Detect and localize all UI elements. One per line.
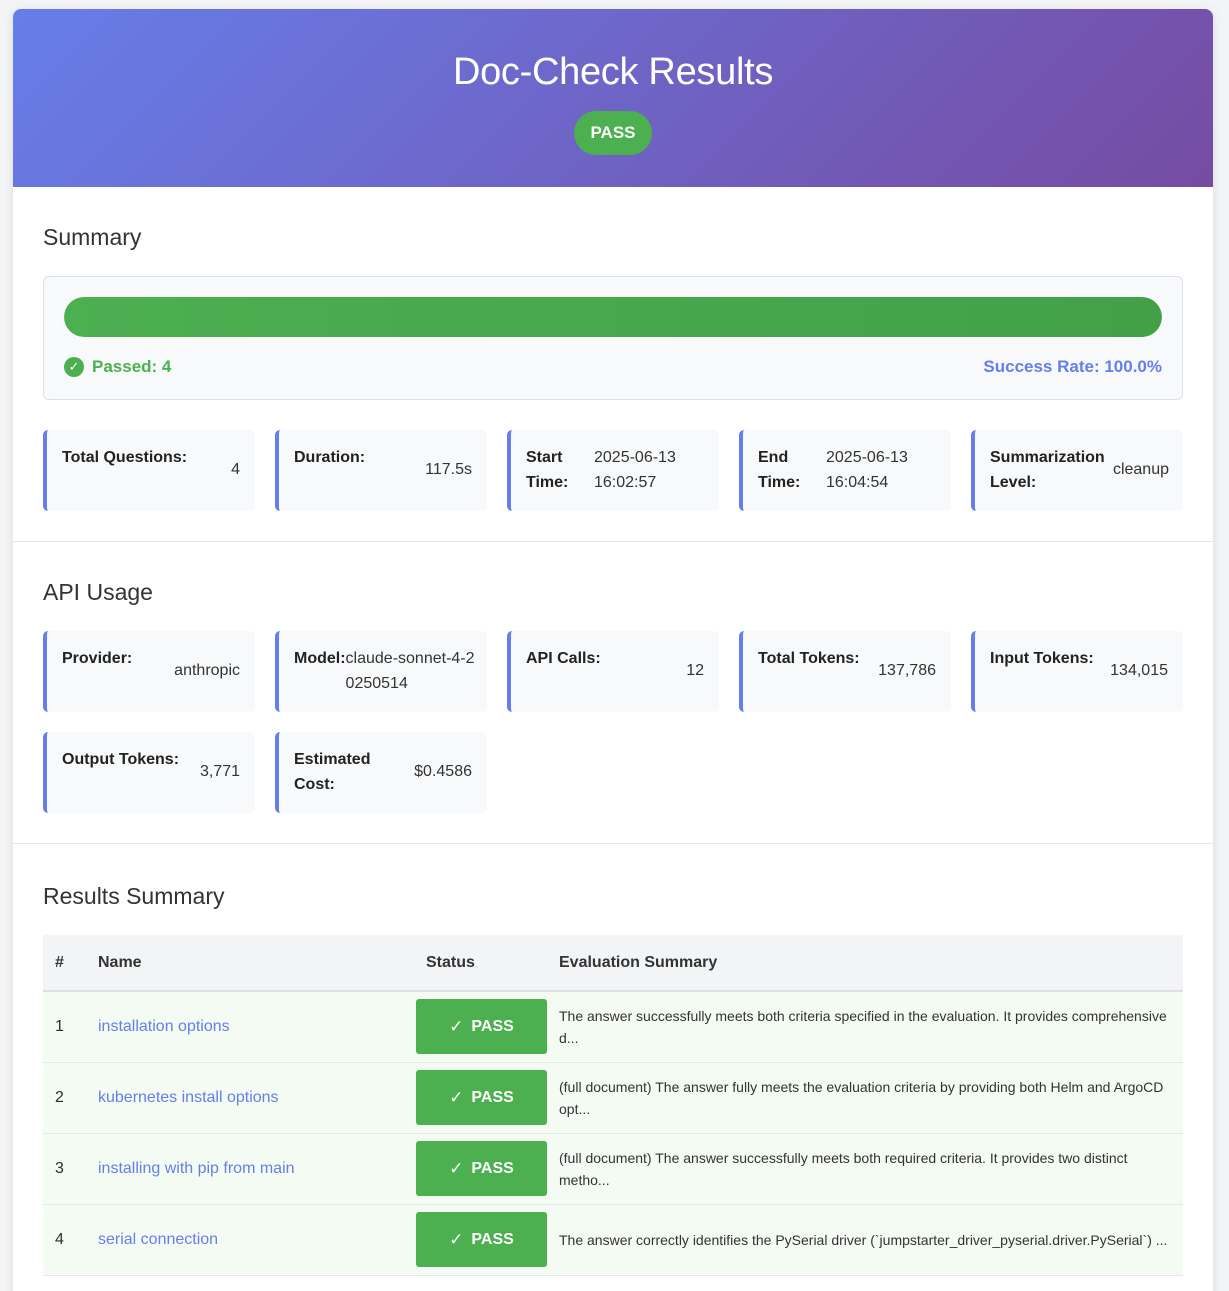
stat-end-time: End Time: 2025-06-13 16:04:54 (739, 430, 951, 511)
checkmark-icon: ✓ (449, 1016, 464, 1036)
table-row: 1 installation options ✓ PASS The answer … (43, 991, 1183, 1063)
table-row: 2 kubernetes install options ✓ PASS (full… (43, 1062, 1183, 1134)
stat-provider: Provider: anthropic (43, 631, 255, 712)
stat-input-tokens: Input Tokens: 134,015 (971, 631, 1183, 712)
report-container: Doc-Check Results PASS Summary ✓ Passed:… (13, 9, 1213, 1291)
stat-label: Input Tokens: (990, 650, 1094, 667)
result-name-link[interactable]: serial connection (98, 1231, 218, 1248)
stat-value: 117.5s (425, 461, 472, 478)
stat-label: Duration: (294, 449, 366, 466)
stat-total-questions: Total Questions: 4 (43, 430, 255, 511)
stat-estimated-cost: Estimated Cost: $0.4586 (275, 732, 487, 813)
stat-value: 4 (231, 461, 240, 478)
result-name-link[interactable]: kubernetes install options (98, 1089, 279, 1106)
stat-value: 134,015 (1110, 662, 1168, 679)
result-name-link[interactable]: installation options (98, 1018, 230, 1035)
results-table: # Name Status Evaluation Summary 1 insta… (43, 935, 1183, 1276)
stat-duration: Duration: 117.5s (275, 430, 487, 511)
pass-status-badge: ✓ PASS (416, 1070, 547, 1125)
stat-value: 12 (686, 662, 704, 679)
results-section: Results Summary # Name Status Evaluation… (13, 844, 1213, 1291)
row-number: 3 (43, 1133, 86, 1205)
passed-label: Passed: 4 (92, 357, 172, 376)
stat-value: 2025-06-13 16:02:57 (594, 449, 676, 491)
stat-value: $0.4586 (414, 763, 472, 780)
column-header-status: Status (416, 935, 547, 992)
status-label: PASS (471, 1088, 514, 1106)
checkmark-icon: ✓ (449, 1229, 464, 1249)
status-label: PASS (471, 1230, 514, 1248)
row-number: 2 (43, 1062, 86, 1134)
column-header-evaluation: Evaluation Summary (547, 935, 1183, 992)
stat-label: Start Time: (526, 449, 569, 491)
api-stats: Provider: anthropic Model: claude-sonnet… (43, 631, 1183, 813)
result-name-link[interactable]: installing with pip from main (98, 1160, 295, 1177)
stat-value: 2025-06-13 16:04:54 (826, 449, 908, 491)
pass-status-badge: ✓ PASS (416, 1141, 547, 1196)
evaluation-summary: (full document) The answer fully meets t… (547, 1062, 1183, 1134)
stat-value: cleanup (1112, 461, 1169, 478)
summary-stats: Total Questions: 4 Duration: 117.5s Star… (43, 430, 1183, 511)
stat-summarization-level: Summarization Level: cleanup (971, 430, 1183, 511)
table-row: 3 installing with pip from main ✓ PASS (f… (43, 1133, 1183, 1205)
stat-label: Estimated Cost: (294, 751, 371, 793)
table-row: 4 serial connection ✓ PASS The answer cor… (43, 1204, 1183, 1276)
evaluation-summary: The answer correctly identifies the PySe… (547, 1204, 1183, 1276)
stat-label: API Calls: (526, 650, 601, 667)
progress-bar (64, 297, 1162, 337)
evaluation-summary: (full document) The answer successfully … (547, 1133, 1183, 1205)
stat-label: Total Questions: (62, 449, 188, 466)
stat-label: Output Tokens: (62, 751, 180, 768)
stat-value: claude-sonnet-4-20250514 (345, 650, 475, 692)
page-title: Doc-Check Results (452, 51, 774, 93)
check-circle-icon: ✓ (64, 357, 84, 377)
api-usage-section: API Usage Provider: anthropic Model: cla… (13, 542, 1213, 844)
stat-value: 3,771 (199, 763, 240, 780)
api-usage-heading: API Usage (43, 579, 153, 605)
report-header: Doc-Check Results PASS (13, 9, 1213, 187)
stat-api-calls: API Calls: 12 (507, 631, 719, 712)
pass-status-badge: ✓ PASS (416, 999, 547, 1055)
progress-panel: ✓ Passed: 4 Success Rate: 100.0% (43, 276, 1183, 400)
checkmark-icon: ✓ (449, 1158, 464, 1178)
progress-bar-fill (64, 297, 1162, 337)
column-header-name: Name (86, 935, 416, 992)
stat-label: Provider: (62, 650, 133, 667)
stat-label: End Time: (758, 449, 801, 491)
column-header-number: # (43, 935, 86, 992)
checkmark-icon: ✓ (449, 1087, 464, 1107)
row-number: 1 (43, 991, 86, 1063)
stat-start-time: Start Time: 2025-06-13 16:02:57 (507, 430, 719, 511)
row-number: 4 (43, 1204, 86, 1276)
stat-output-tokens: Output Tokens: 3,771 (43, 732, 255, 813)
status-label: PASS (471, 1159, 514, 1177)
passed-count: ✓ Passed: 4 (64, 357, 171, 377)
stat-label: Summarization Level: (990, 449, 1105, 491)
stat-label: Total Tokens: (758, 650, 860, 667)
results-heading: Results Summary (43, 883, 225, 909)
stat-model: Model: claude-sonnet-4-20250514 (275, 631, 487, 712)
status-label: PASS (471, 1017, 514, 1035)
stat-value: anthropic (174, 662, 240, 679)
table-header-row: # Name Status Evaluation Summary (43, 935, 1183, 992)
evaluation-summary: The answer successfully meets both crite… (547, 991, 1183, 1063)
stat-value: 137,786 (878, 662, 936, 679)
summary-heading: Summary (43, 224, 142, 250)
overall-status-badge: PASS (574, 111, 652, 155)
pass-status-badge: ✓ PASS (416, 1212, 547, 1267)
success-rate: Success Rate: 100.0% (983, 357, 1162, 376)
stat-total-tokens: Total Tokens: 137,786 (739, 631, 951, 712)
summary-section: Summary ✓ Passed: 4 Success Rate: 100.0%… (13, 187, 1213, 542)
stat-label: Model: (294, 650, 346, 667)
